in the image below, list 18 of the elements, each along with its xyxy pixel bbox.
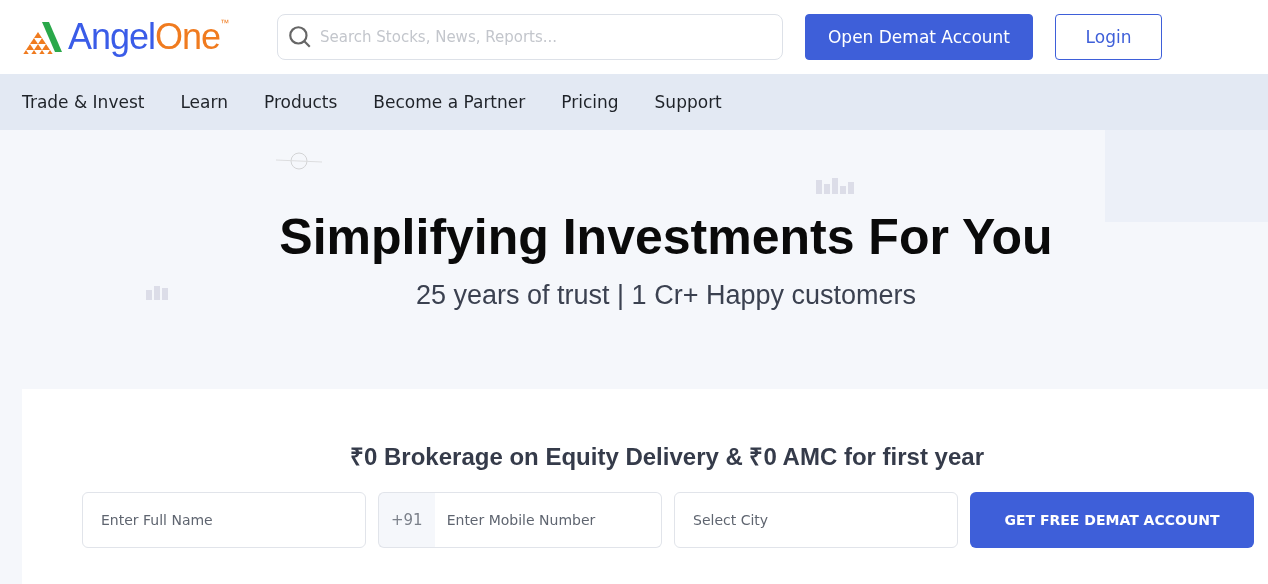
nav-link[interactable]: Support xyxy=(654,92,722,112)
city-select[interactable]: Select City xyxy=(674,492,958,548)
nav-link[interactable]: Products xyxy=(263,92,338,112)
name-field[interactable]: Enter Full Name xyxy=(82,492,366,548)
login-button[interactable]: Login xyxy=(1055,14,1162,60)
brand-logo[interactable]: AngelOne$^{™}$ xyxy=(68,19,229,55)
offer-heading: ₹0 Brokerage on Equity Delivery & ₹0 AMC for first year xyxy=(349,442,984,472)
search-icon xyxy=(287,24,313,50)
open-account-button[interactable]: Open Demat Account xyxy=(805,14,1033,60)
hero-title: Simplifying Investments For You xyxy=(279,208,1053,266)
nav-link[interactable]: Pricing xyxy=(561,92,619,112)
nav-link[interactable]: Trade & Invest xyxy=(22,92,145,112)
hero-subtitle: 25 years of trust | 1 Cr+ Happy customers xyxy=(416,280,916,311)
submit-button[interactable]: GET FREE DEMAT ACCOUNT xyxy=(970,492,1254,548)
nav-link[interactable]: Learn xyxy=(180,92,228,112)
logo-icon xyxy=(22,20,62,54)
search-field[interactable]: Search Stocks, News, Reports... xyxy=(277,14,783,60)
nav-link[interactable]: Become a Partner xyxy=(373,92,526,112)
